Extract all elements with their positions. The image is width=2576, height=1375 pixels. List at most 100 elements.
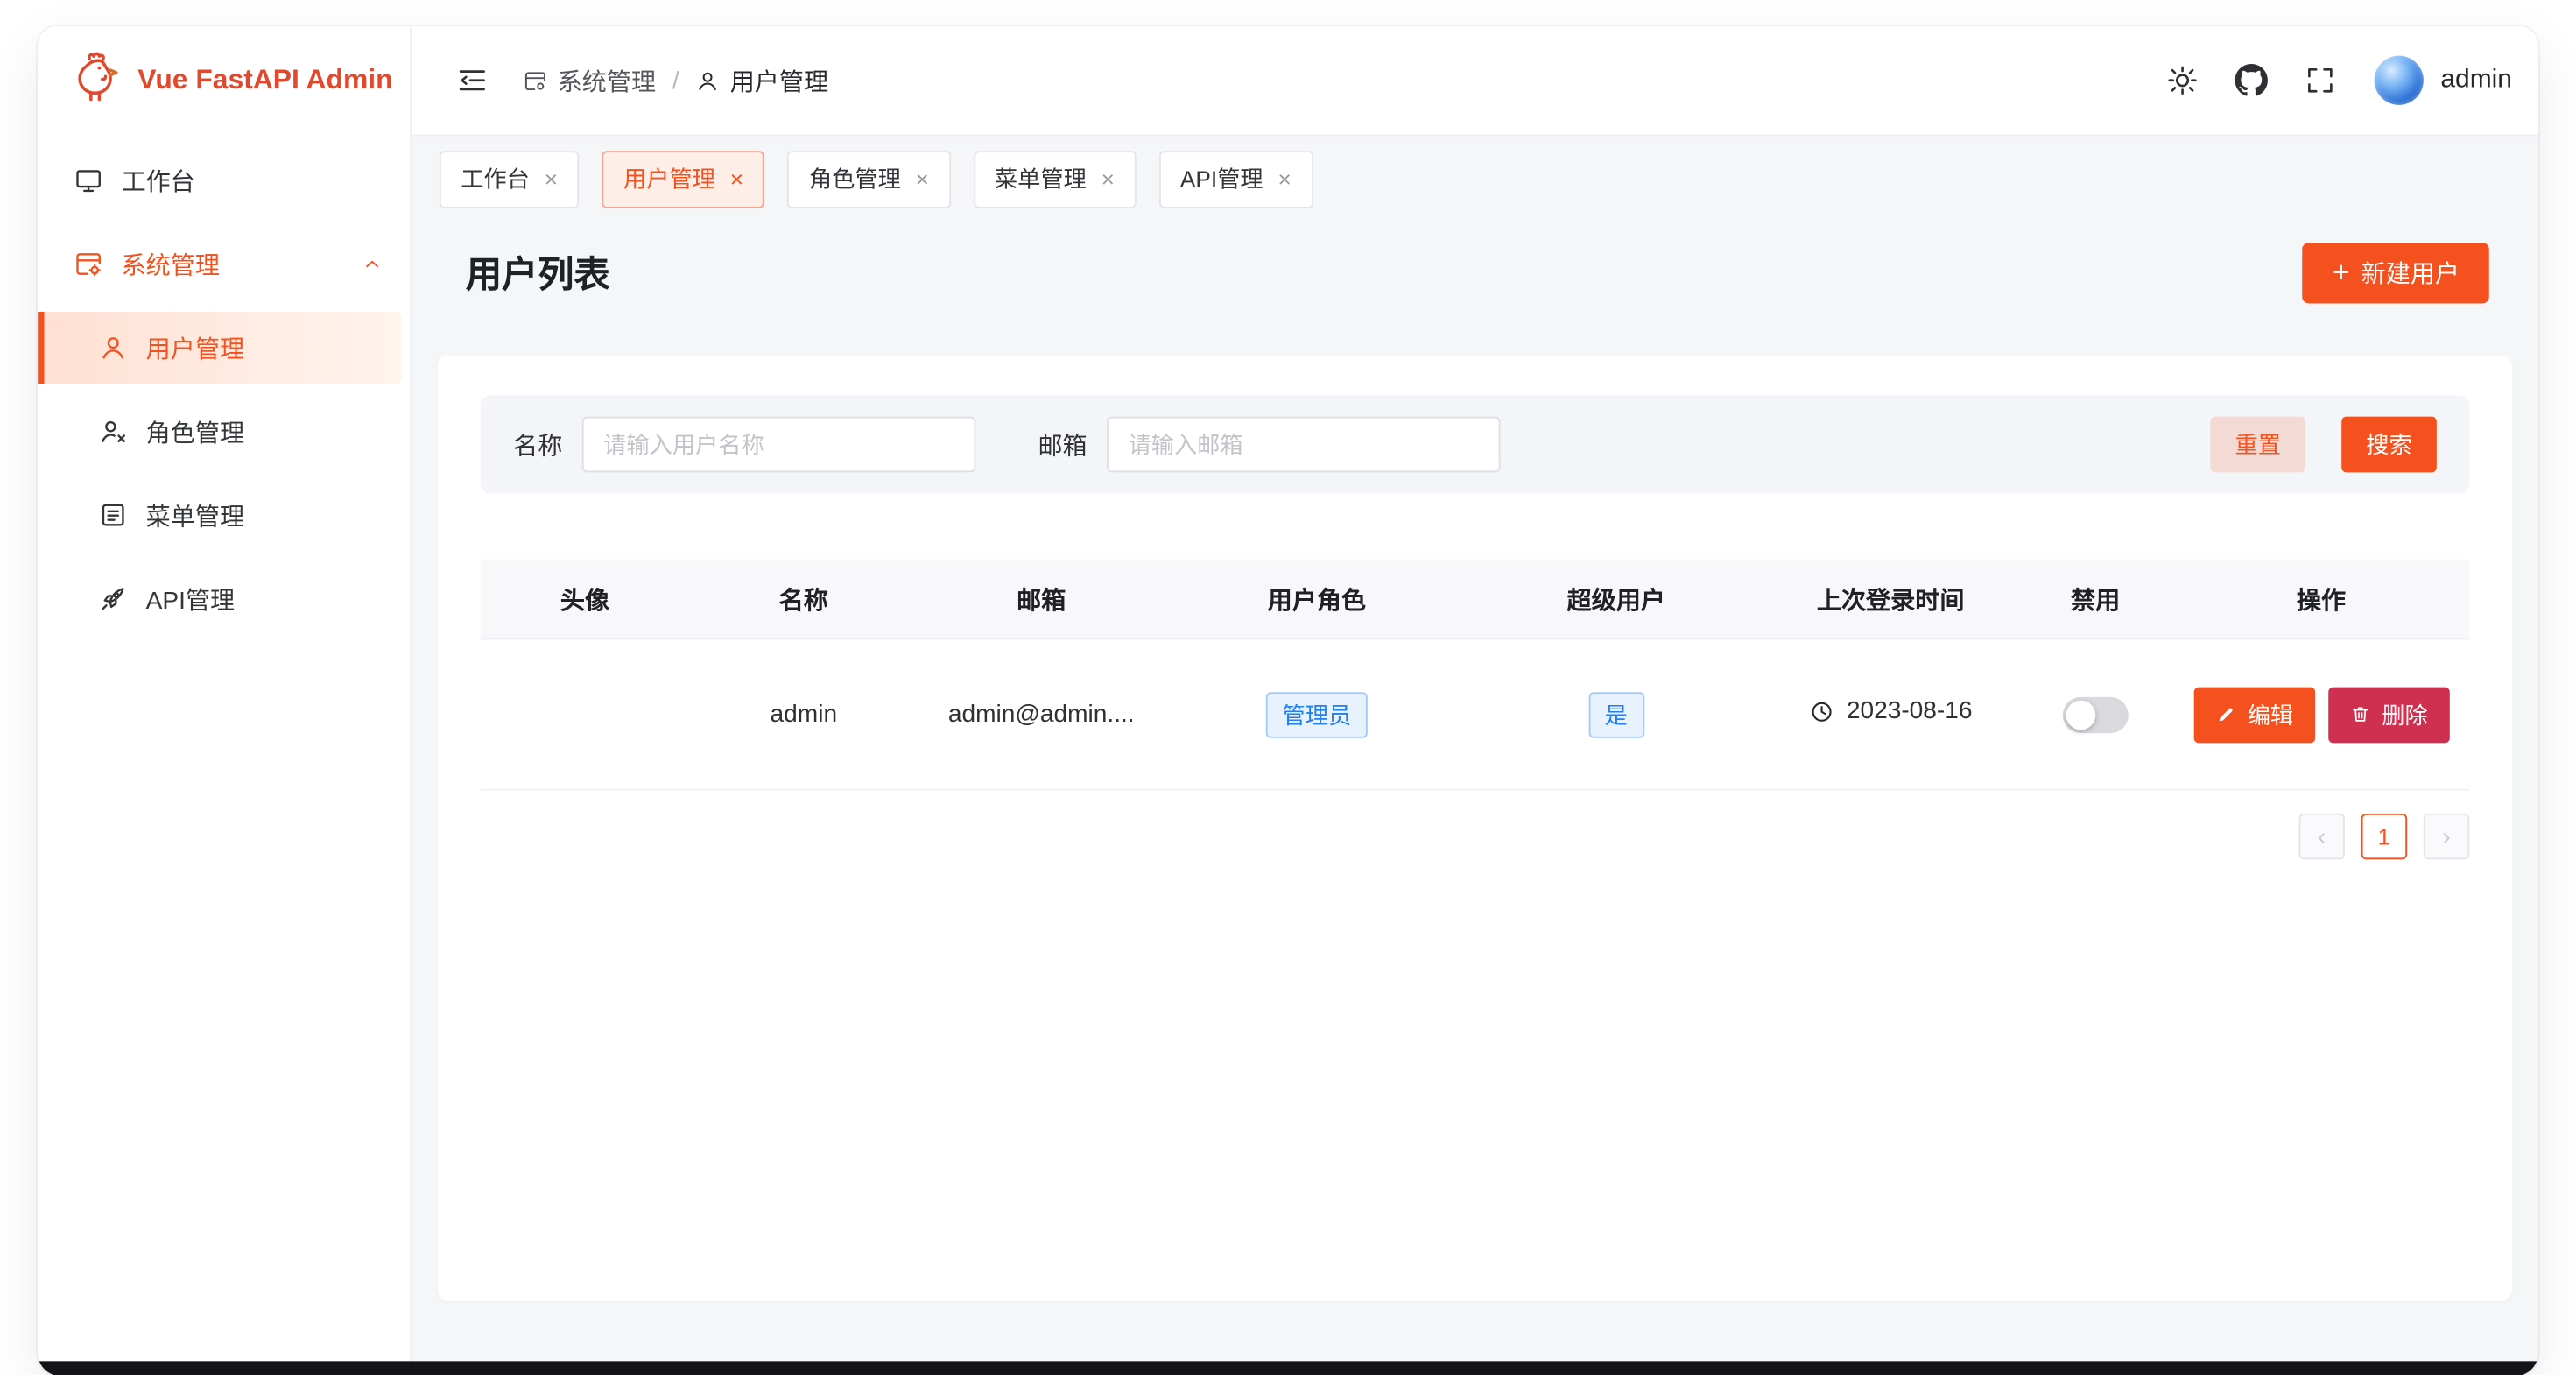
collapse-sidebar-button[interactable] (445, 53, 501, 109)
column-name: 名称 (689, 560, 918, 639)
pagination-prev-button[interactable]: ‹ (2299, 814, 2345, 859)
tab-label: 角色管理 (809, 162, 901, 194)
role-icon (98, 417, 128, 447)
theme-sun-icon (2167, 64, 2199, 96)
sidebar-item-menu-management[interactable]: 菜单管理 (38, 479, 410, 551)
pagination: ‹ 1 › (481, 814, 2470, 859)
screen: Vue FastAPI Admin 工作台 (0, 0, 2576, 1375)
last-login-value: 2023-08-16 (1847, 697, 1973, 725)
sidebar-menu: 工作台 系统管理 (38, 135, 410, 657)
sidebar-item-system[interactable]: 系统管理 (38, 228, 410, 300)
cell-email: admin@admin.... (918, 638, 1165, 789)
pagination-next-button[interactable]: › (2424, 814, 2469, 859)
name-filter-input[interactable] (582, 417, 975, 473)
cell-last-login: 2023-08-16 (1763, 638, 2018, 789)
edit-button[interactable]: 编辑 (2193, 687, 2315, 743)
delete-button[interactable]: 删除 (2327, 687, 2449, 743)
breadcrumb-separator: / (672, 67, 679, 95)
sidebar-item-user-management[interactable]: 用户管理 (38, 312, 402, 384)
sidebar-item-label: 角色管理 (146, 414, 244, 448)
pencil-icon (2214, 703, 2235, 724)
sidebar-item-label: 菜单管理 (146, 497, 244, 532)
user-menu[interactable]: admin (2375, 56, 2512, 105)
column-actions: 操作 (2173, 560, 2470, 639)
reset-button[interactable]: 重置 (2210, 417, 2305, 473)
close-icon[interactable]: × (545, 167, 558, 190)
username: admin (2440, 66, 2512, 95)
page-header: 用户列表 + 新建用户 (412, 222, 2538, 323)
tab-workbench[interactable]: 工作台 × (440, 150, 580, 208)
cell-role: 管理员 (1165, 638, 1469, 789)
close-icon[interactable]: × (1277, 167, 1291, 190)
cell-avatar (481, 638, 690, 789)
tab-label: API管理 (1180, 162, 1263, 194)
workbench-icon (74, 166, 103, 195)
github-link-button[interactable] (2224, 53, 2280, 109)
name-filter-label: 名称 (513, 427, 562, 462)
new-user-button[interactable]: + 新建用户 (2303, 242, 2489, 302)
filter-bar: 名称 邮箱 重置 搜索 (481, 395, 2470, 493)
close-icon[interactable]: × (1101, 167, 1115, 190)
header-actions: admin (2156, 53, 2512, 109)
user-table: 头像 名称 邮箱 用户角色 超级用户 上次登录时间 禁用 操作 (481, 560, 2470, 791)
clock-icon (1809, 698, 1835, 724)
collapse-sidebar-icon (456, 64, 489, 96)
column-email: 邮箱 (918, 560, 1165, 639)
breadcrumb-item-system[interactable]: 系统管理 (523, 63, 656, 97)
menu-list-icon (98, 500, 128, 530)
user-list-card: 名称 邮箱 重置 搜索 (438, 356, 2512, 1300)
theme-toggle-button[interactable] (2156, 53, 2212, 109)
plus-icon: + (2333, 257, 2350, 286)
page-content: 用户列表 + 新建用户 名称 邮箱 重置 搜索 (412, 222, 2538, 1375)
pagination-page-1[interactable]: 1 (2361, 814, 2407, 859)
column-avatar: 头像 (481, 560, 690, 639)
chevron-left-icon: ‹ (2318, 822, 2326, 850)
sidebar-item-api-management[interactable]: API管理 (38, 562, 410, 634)
superuser-tag: 是 (1588, 691, 1644, 737)
cell-actions: 编辑 删除 (2173, 638, 2470, 789)
tab-label: 工作台 (461, 162, 530, 194)
tab-user-management[interactable]: 用户管理 × (602, 150, 765, 208)
window-bottom-bar (38, 1360, 2538, 1375)
sidebar-item-workbench[interactable]: 工作台 (38, 145, 410, 216)
email-filter-input[interactable] (1107, 417, 1500, 473)
column-role: 用户角色 (1165, 560, 1469, 639)
sidebar-item-label: 用户管理 (146, 330, 244, 364)
rooster-logo-icon (67, 48, 123, 112)
trash-icon (2349, 703, 2370, 724)
tab-label: 用户管理 (623, 162, 715, 194)
system-settings-icon (74, 250, 103, 279)
app-window: Vue FastAPI Admin 工作台 (38, 26, 2538, 1375)
breadcrumb: 系统管理 / 用户管理 (523, 63, 828, 97)
rocket-icon (98, 584, 128, 614)
sidebar-item-label: 工作台 (122, 163, 195, 197)
user-icon (98, 333, 128, 363)
cell-superuser: 是 (1469, 638, 1763, 789)
sidebar-item-label: API管理 (146, 582, 235, 616)
tab-label: 菜单管理 (995, 162, 1087, 194)
app-logo[interactable]: Vue FastAPI Admin (38, 26, 410, 135)
close-icon[interactable]: × (916, 167, 929, 190)
main-area: 系统管理 / 用户管理 (412, 26, 2538, 1375)
system-settings-icon (523, 68, 547, 93)
disabled-toggle[interactable] (2063, 696, 2129, 732)
tab-menu-management[interactable]: 菜单管理 × (974, 150, 1137, 208)
github-icon (2235, 64, 2268, 96)
delete-button-label: 删除 (2382, 698, 2427, 730)
email-filter-label: 邮箱 (1038, 427, 1087, 462)
column-superuser: 超级用户 (1469, 560, 1763, 639)
chevron-right-icon: › (2442, 822, 2450, 850)
breadcrumb-label: 系统管理 (558, 63, 656, 97)
cell-disabled (2018, 638, 2173, 789)
column-disabled: 禁用 (2018, 560, 2173, 639)
close-icon[interactable]: × (730, 167, 743, 190)
sidebar-item-role-management[interactable]: 角色管理 (38, 395, 410, 467)
fullscreen-button[interactable] (2293, 53, 2349, 109)
role-tag: 管理员 (1266, 691, 1368, 737)
sidebar: Vue FastAPI Admin 工作台 (38, 26, 412, 1375)
tab-role-management[interactable]: 角色管理 × (788, 150, 951, 208)
breadcrumb-item-user[interactable]: 用户管理 (695, 63, 828, 97)
tab-api-management[interactable]: API管理 × (1159, 150, 1313, 208)
search-button[interactable]: 搜索 (2341, 417, 2437, 473)
edit-button-label: 编辑 (2248, 698, 2293, 730)
